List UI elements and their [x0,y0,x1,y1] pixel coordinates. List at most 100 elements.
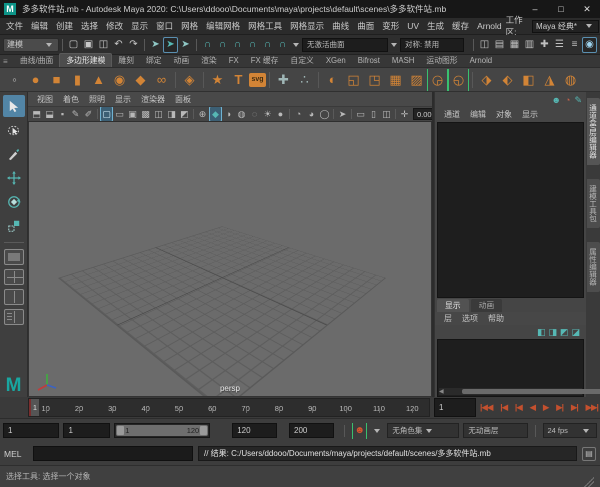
four-pane-layout-button[interactable] [4,269,24,285]
menu-item[interactable]: 文件 [2,20,27,32]
snap-curve-icon[interactable]: ∩ [215,38,230,52]
platonic-solid-icon[interactable]: ◈ [179,69,200,91]
character-set-icon[interactable]: ☻ [352,423,368,439]
screen-space-ao-icon[interactable]: ◨ [165,107,178,121]
step-back-frame-button[interactable]: |◀ [515,402,522,413]
playback-end-field[interactable]: 120 [232,423,277,438]
shelf-tab[interactable]: 多边形建模 [59,53,112,67]
make-live-icon[interactable]: ∩ [275,38,290,52]
poly-cone-icon[interactable]: ▲ [88,69,109,91]
dotted-sphere-icon[interactable]: ◌ [248,107,261,121]
separate-icon[interactable]: ◱ [343,69,364,91]
open-scene-icon[interactable]: ▣ [81,38,96,52]
render-view-icon[interactable]: ◫ [477,38,492,52]
two-pane-layout-button[interactable] [4,289,24,305]
range-slider[interactable]: 1 120 [114,423,210,438]
multi-cut-icon[interactable]: ◮ [539,69,560,91]
outliner-layout-button[interactable] [4,309,24,325]
grease-pencil-icon[interactable]: ✎ [69,107,82,121]
menu-item[interactable]: 曲面 [353,20,378,32]
move-layer-up-icon[interactable]: ◩ [560,327,569,338]
menu-item[interactable]: Arnold [473,21,506,31]
exposure-field[interactable]: 0.00 [413,108,432,120]
shelf-tab[interactable]: 自定义 [284,54,319,67]
fps-dropdown[interactable]: 24 fps [543,423,598,438]
layer-list[interactable]: ◀ ▶ [437,339,584,397]
menu-item[interactable]: 编辑网格 [202,20,244,32]
panel-menu-item[interactable]: 照明 [84,94,110,105]
poly-sphere-icon[interactable]: ● [25,69,46,91]
step-forward-frame-button[interactable]: ▶| [556,402,563,413]
snap-view-plane-icon[interactable]: ∩ [260,38,275,52]
range-slider-bar[interactable]: 1 120 [116,425,208,436]
shadows-icon[interactable]: ◫ [152,107,165,121]
field-chart-icon[interactable]: ▭ [354,107,367,121]
wire-sphere-icon[interactable]: ◍ [235,107,248,121]
camera-attributes-icon[interactable]: ⬓ [43,107,56,121]
shelf-tab[interactable]: 曲线/曲面 [14,54,59,67]
snap-projected-center-icon[interactable]: ∩ [245,38,260,52]
ipr-render-icon[interactable]: ▦ [507,38,522,52]
select-hierarchy-icon[interactable]: ➤ [148,38,163,52]
menu-item[interactable]: 修改 [102,20,127,32]
isolate-select-icon[interactable]: ◯ [318,107,331,121]
animation-end-field[interactable]: 200 [289,423,334,438]
select-tool[interactable] [3,95,25,117]
poly-disc-icon[interactable]: ∞ [151,69,172,91]
exposure-icon[interactable]: ✛ [398,107,411,121]
symmetry-plane-icon[interactable]: ⊕ [196,107,209,121]
workspace-dropdown[interactable]: Maya 经典* [532,20,599,33]
menu-item[interactable]: 曲线 [328,20,353,32]
shelf-tab[interactable]: Bifrost [352,55,386,66]
sidebar-vertical-tab[interactable]: 建模工具包 [587,179,600,229]
sidebar-vertical-tab[interactable]: 通道盒/层编辑器 [587,98,600,165]
camera-ball-icon[interactable]: ● [274,107,287,121]
menu-item[interactable]: UV [403,21,423,31]
menu-item[interactable]: 显示 [127,20,152,32]
sidebar-vertical-tab[interactable]: 属性编辑器 [587,242,600,292]
scrollbar-thumb[interactable] [462,389,600,394]
mel-toggle-button[interactable]: MEL [4,449,28,459]
all-lights-icon[interactable]: ▩ [139,107,152,121]
paint-select-tool[interactable] [3,143,25,165]
range-end-handle[interactable] [200,426,207,435]
motion-blur-icon[interactable]: ◩ [178,107,191,121]
super-shape-icon[interactable]: ★ [207,69,228,91]
shelf-tab[interactable]: MASH [386,55,421,66]
select-object-icon[interactable]: ➤ [163,37,178,53]
shelf-tab[interactable]: Arnold [464,55,499,66]
shelf-tab[interactable]: 雕刻 [112,54,140,67]
shelf-tab[interactable]: FX [223,55,245,66]
channel-box-menu-item[interactable]: 编辑 [465,109,491,120]
hypershade-icon[interactable]: ✚ [537,38,552,52]
play-forwards-button[interactable]: ▶ [543,402,549,413]
layer-menu-item[interactable]: 帮助 [483,313,509,324]
shelf-tab[interactable]: FX 缓存 [245,54,285,67]
boolean-union-icon[interactable]: ▦ [385,69,406,91]
symmetry-field[interactable]: 对称: 禁用 [400,38,464,52]
menu-set-dropdown[interactable]: 建模 [3,38,59,52]
channel-box-menu-item[interactable]: 通道 [439,109,465,120]
poly-torus-icon[interactable]: ◉ [109,69,130,91]
scale-tool[interactable] [3,215,25,237]
reduce-icon[interactable]: ◵ [448,69,469,91]
render-settings-icon[interactable]: ▥ [522,38,537,52]
layer-menu-item[interactable]: 选项 [457,313,483,324]
poly-plane-icon[interactable]: ◆ [130,69,151,91]
panel-menu-item[interactable]: 显示 [110,94,136,105]
bridge-icon[interactable]: ⬖ [497,69,518,91]
animation-start-field[interactable]: 1 [3,423,59,438]
channel-box-menu-item[interactable]: 显示 [517,109,543,120]
play-backwards-button[interactable]: ◀ [530,402,536,413]
scroll-left-icon[interactable]: ◀ [439,388,444,395]
command-input[interactable] [33,446,193,461]
viewport-canvas[interactable]: persp [28,122,432,397]
menu-item[interactable]: 网格显示 [286,20,328,32]
shelf-history-icon[interactable]: ◦ [4,69,25,91]
render-current-frame-icon[interactable]: ▤ [492,38,507,52]
show-manipulator-icon[interactable]: ☻ [552,94,561,106]
shelf-collapse-icon[interactable]: ≡ [3,57,8,66]
layer-editor-tab[interactable]: 动画 [471,299,503,312]
svg-tool-icon[interactable]: svg [249,73,266,87]
menu-item[interactable]: 创建 [52,20,77,32]
